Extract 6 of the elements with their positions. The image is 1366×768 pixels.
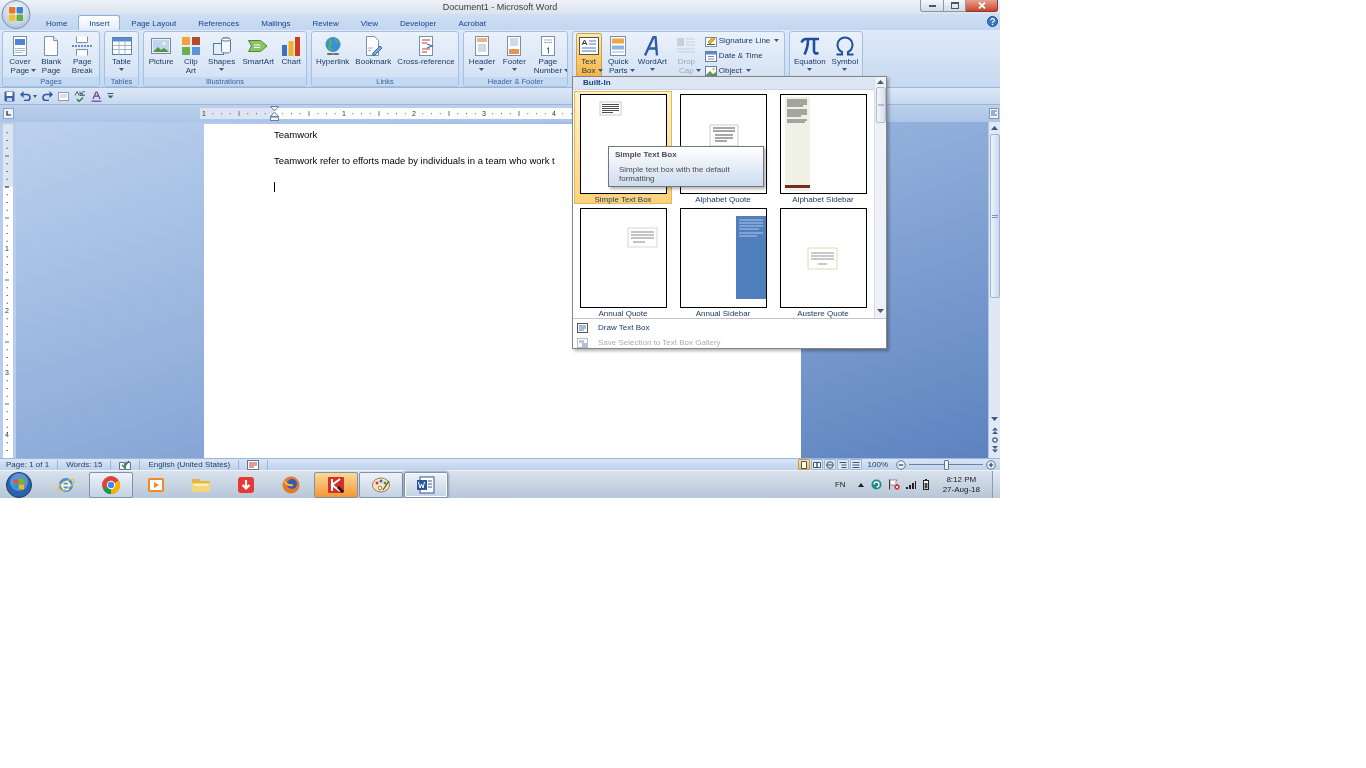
tooltip-title: Simple Text Box: [615, 150, 678, 160]
window-title: Document1 - Microsoft Word: [442, 1, 558, 13]
gallery-section-header: Built-In: [583, 78, 611, 88]
document-paragraph: Teamwork refer to efforts made by individuals in a team who work t: [274, 155, 555, 167]
tooltip-description: Simple text box with the default formatting: [618, 165, 731, 183]
document-paragraph: Teamwork: [274, 129, 318, 141]
